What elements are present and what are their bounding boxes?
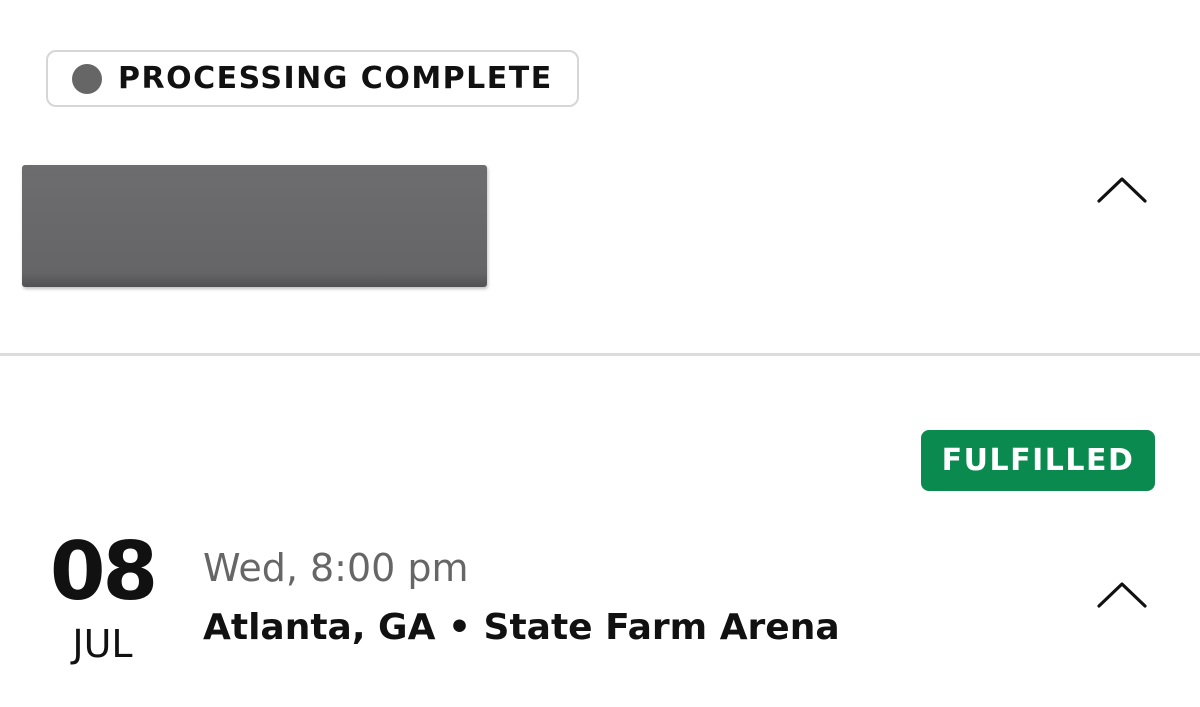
chevron-up-icon[interactable] xyxy=(1095,175,1149,205)
event-month: JUL xyxy=(72,622,133,666)
fulfilled-status-badge: FULFILLED xyxy=(921,430,1155,491)
ticket-order-view: PROCESSING COMPLETE FULFILLED 08 JUL Wed… xyxy=(0,0,1200,707)
section-divider xyxy=(0,353,1200,356)
processing-status-badge: PROCESSING COMPLETE xyxy=(46,50,579,107)
chevron-up-icon[interactable] xyxy=(1095,580,1149,610)
status-dot-icon xyxy=(72,63,102,94)
redacted-content xyxy=(22,165,487,287)
event-day: 08 xyxy=(49,525,158,618)
event-time: Wed, 8:00 pm xyxy=(203,546,469,590)
status-label: PROCESSING COMPLETE xyxy=(118,61,553,96)
event-venue: Atlanta, GA • State Farm Arena xyxy=(203,607,840,648)
event-date: 08 JUL xyxy=(40,522,165,666)
